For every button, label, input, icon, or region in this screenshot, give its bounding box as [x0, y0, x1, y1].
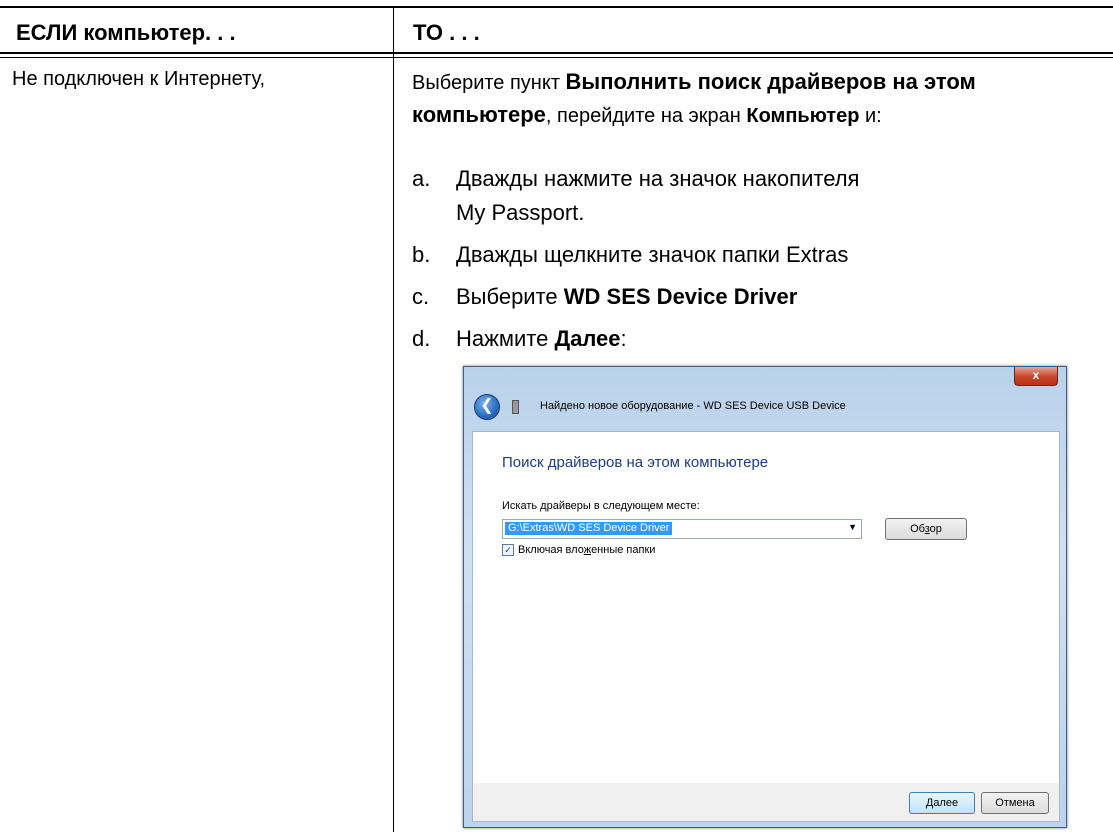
step-text: Выберите WD SES Device Driver: [456, 280, 1102, 314]
wizard-title: Найдено новое оборудование - WD SES Devi…: [540, 400, 846, 412]
chevron-down-icon[interactable]: ▼: [848, 522, 857, 532]
browse-label-post: ор: [929, 523, 942, 535]
steps-list: a. Дважды нажмите на значок накопителя M…: [412, 162, 1102, 364]
condition-cell: Не подключен к Интернету,: [12, 68, 266, 90]
next-label-post: алее: [933, 797, 959, 809]
step-text: Дважды нажмите на значок накопителя My P…: [456, 166, 860, 225]
include-subfolders-label: Включая вложенные папки: [518, 544, 655, 556]
include-subfolders-checkbox[interactable]: ✓ Включая вложенные папки: [502, 544, 655, 556]
include-subfolders-label-pre: Включая вло: [518, 544, 584, 556]
wizard-footer: Далее Отмена: [472, 783, 1060, 822]
next-button[interactable]: Далее: [909, 792, 975, 814]
path-combobox[interactable]: G:\Extras\WD SES Device Driver ▼: [502, 519, 862, 539]
wizard-heading: Поиск драйверов на этом компьютере: [502, 454, 769, 471]
step-letter: b.: [412, 242, 431, 267]
header-rule-thin: [0, 57, 1113, 58]
cancel-button[interactable]: Отмена: [981, 792, 1049, 814]
include-subfolders-accesskey: ж: [583, 544, 592, 556]
step-text: Нажмите Далее:: [456, 322, 1102, 356]
header-if: ЕСЛИ компьютер. . .: [16, 20, 236, 45]
intro-text-3: и:: [859, 105, 882, 127]
step-text: Дважды щелкните значок папки Extras: [456, 242, 849, 267]
step-item: d. Нажмите Далее:: [412, 322, 1102, 356]
step-text-bold: Далее: [554, 326, 621, 351]
header-rule: [0, 52, 1113, 54]
header-then: ТО . . .: [413, 20, 480, 45]
wizard-window: x ❮ Найдено новое оборудование - WD SES …: [463, 366, 1067, 828]
step-letter: d.: [412, 326, 431, 351]
step-item: b. Дважды щелкните значок папки Extras: [412, 238, 1102, 272]
step-item: a. Дважды нажмите на значок накопителя M…: [412, 162, 1102, 230]
path-value: G:\Extras\WD SES Device Driver: [505, 522, 673, 535]
intro-text-2: , перейдите на экран: [545, 105, 747, 127]
step-text-pre: Выберите: [456, 284, 564, 309]
browse-label-pre: Об: [910, 523, 925, 535]
back-arrow-icon[interactable]: ❮: [474, 394, 500, 420]
close-icon: x: [1032, 368, 1040, 382]
step-letter: c.: [412, 284, 430, 309]
instructions-intro: Выберите пункт Выполнить поиск драйверов…: [412, 66, 1102, 132]
step-letter: a.: [412, 166, 431, 191]
table-top-rule: [0, 6, 1113, 8]
search-location-label: Искать драйверы в следующем месте:: [502, 500, 700, 512]
checkmark-icon[interactable]: ✓: [502, 544, 514, 556]
step-text-post: :: [620, 326, 627, 351]
column-divider: [393, 7, 394, 832]
close-button[interactable]: x: [1014, 367, 1058, 386]
device-icon: [512, 400, 519, 414]
wizard-content: Поиск драйверов на этом компьютере Искат…: [472, 431, 1060, 785]
step-item: c. Выберите WD SES Device Driver: [412, 280, 1102, 314]
intro-bold-2: Компьютер: [746, 105, 860, 127]
step-text-pre: Нажмите: [456, 326, 555, 351]
step-text-bold: WD SES Device Driver: [563, 284, 798, 309]
include-subfolders-label-post: енные папки: [591, 544, 656, 556]
browse-button[interactable]: Обзор: [885, 518, 967, 540]
intro-text-1: Выберите пункт: [412, 72, 566, 94]
